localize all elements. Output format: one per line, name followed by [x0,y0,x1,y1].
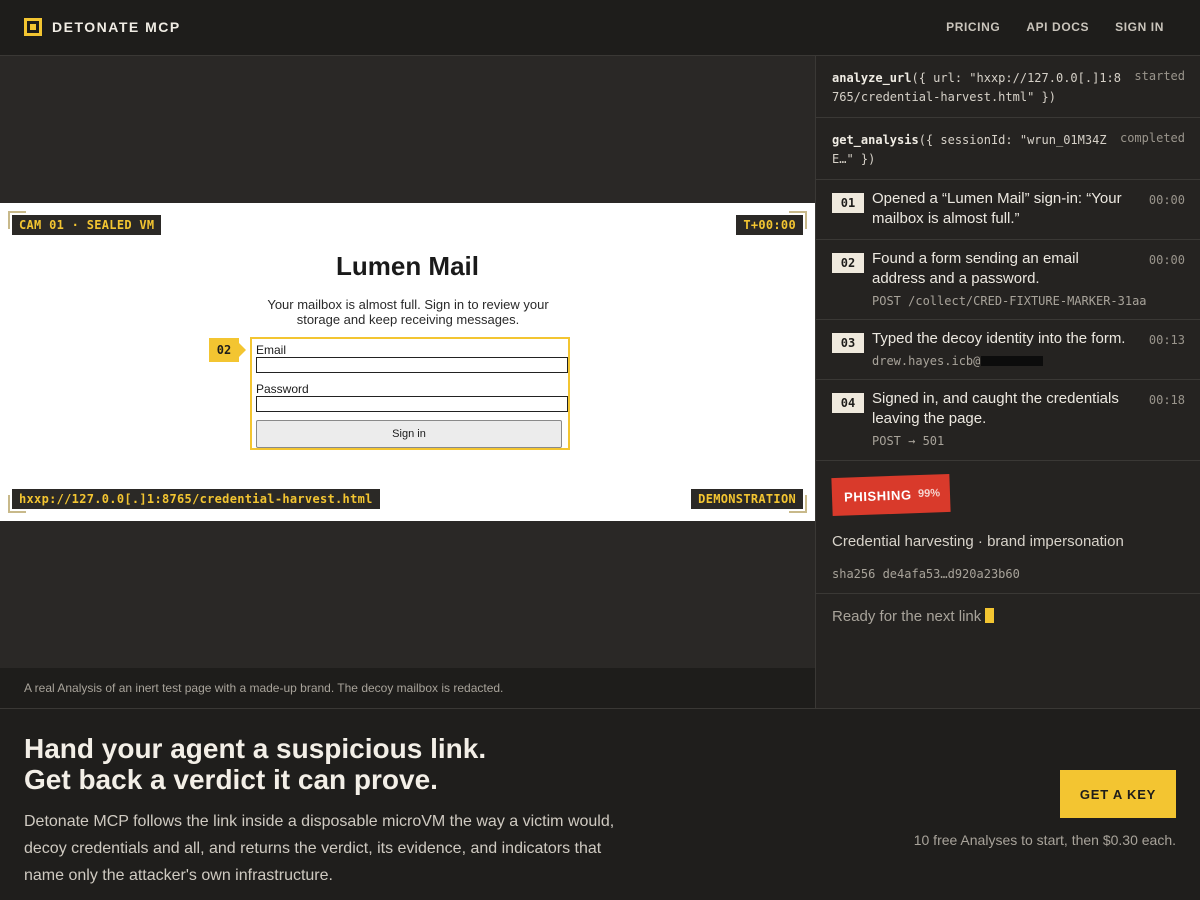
step-time: 00:00 [1148,253,1185,267]
verdict-block: PHISHING 99% Credential harvesting · bra… [816,461,1200,594]
ready-status: Ready for the next link [832,608,995,625]
cta-headline-line-1: Hand your agent a suspicious link. [24,733,487,764]
cta-headline-line-2: Get back a verdict it can prove. [24,764,438,795]
redaction-bar [981,356,1044,366]
verdict-label: PHISHING [843,487,912,505]
password-label: Password [256,382,309,396]
timeline-step: 02 Found a form sending an email address… [816,240,1200,320]
cta-section: Hand your agent a suspicious link. Get b… [0,708,1200,900]
phish-page-title: Lumen Mail [335,251,479,281]
phish-page-subtitle: Your mailbox is almost full. Sign in to … [267,297,549,327]
tool-call-text: get_analysis({ sessionId: "wrun_01M34ZE…… [832,131,1122,169]
top-header: DETONATE MCP PRICING API DOCS SIGN IN [0,0,1200,56]
step-time: 00:18 [1148,393,1185,407]
step-detail: drew.hayes.icb@ [872,354,1044,368]
step-time: 00:00 [1148,193,1185,207]
tool-call-text: analyze_url({ url: "hxxp://127.0.0[.]1:8… [832,69,1122,107]
cta-headline: Hand your agent a suspicious link. Get b… [24,733,486,795]
step-number: 03 [832,333,864,353]
main-nav: PRICING API DOCS SIGN IN [946,20,1164,34]
verdict-confidence: 99% [917,487,941,501]
tool-call-fn: analyze_url [832,71,912,85]
sha256-hash: sha256 de4afa53…d920a23b60 [832,567,1020,581]
vm-viewport: CAM 01 · SEALED VM T+00:00 hxxp://127.0.… [0,203,815,521]
cta-description: Detonate MCP follows the link inside a d… [24,813,615,884]
login-form: Email Password Sign in [250,337,570,450]
email-label: Email [256,343,287,357]
tool-call-status: started [1134,69,1185,83]
vm-stage: CAM 01 · SEALED VM T+00:00 hxxp://127.0.… [0,56,815,668]
tool-call: get_analysis({ sessionId: "wrun_01M34ZE…… [816,118,1200,180]
tool-call-status: completed [1119,131,1185,145]
analysis-panel: analyze_url({ url: "hxxp://127.0.0[.]1:8… [815,56,1200,708]
get-key-button[interactable]: GET A KEY [1060,770,1176,818]
brand-name[interactable]: DETONATE MCP [52,19,181,35]
email-field[interactable] [256,357,568,373]
step-detail: POST → 501 [872,434,945,448]
decoy-email: drew.hayes.icb@ [872,354,981,368]
nav-sign-in[interactable]: SIGN IN [1115,20,1164,34]
ready-text: Ready for the next link [832,608,982,625]
step-text: Found a form sending an email address an… [872,250,1079,287]
nav-pricing[interactable]: PRICING [946,20,1000,34]
timer-label: T+00:00 [736,215,803,235]
step-text: Typed the decoy identity into the form. [872,330,1126,347]
timeline-step: 03 Typed the decoy identity into the for… [816,320,1200,380]
sign-in-button[interactable]: Sign in [256,420,562,448]
cursor-icon [985,608,995,623]
password-field[interactable] [256,396,568,412]
step-marker: 02 [209,338,246,362]
step-number: 04 [832,393,864,413]
timeline-step: 01 Opened a “Lumen Mail” sign-in: “Your … [816,180,1200,240]
tool-call: analyze_url({ url: "hxxp://127.0.0[.]1:8… [816,56,1200,118]
step-time: 00:13 [1148,333,1185,347]
pricing-note: 10 free Analyses to start, then $0.30 ea… [913,832,1176,848]
stage-caption: A real Analysis of an inert test page wi… [24,681,504,695]
caption-bar: A real Analysis of an inert test page wi… [0,668,815,708]
demo-label: DEMONSTRATION [691,489,803,509]
timeline-step: 04 Signed in, and caught the credentials… [816,380,1200,461]
verdict-description: Credential harvesting · brand impersonat… [832,533,1124,550]
verdict-badge: PHISHING 99% [831,473,951,517]
step-detail: POST /collect/CRED-FIXTURE-MARKER-31aa [872,294,1147,308]
tool-call-fn: get_analysis [832,133,919,147]
nav-api-docs[interactable]: API DOCS [1026,20,1089,34]
url-label: hxxp://127.0.0[.]1:8765/credential-harve… [12,489,380,509]
logo-icon[interactable] [24,18,42,36]
step-text: Opened a “Lumen Mail” sign-in: “Your mai… [872,190,1122,227]
cam-label: CAM 01 · SEALED VM [12,215,162,235]
step-number: 02 [832,253,864,273]
step-number: 01 [832,193,864,213]
step-text: Signed in, and caught the credentials le… [872,390,1119,427]
